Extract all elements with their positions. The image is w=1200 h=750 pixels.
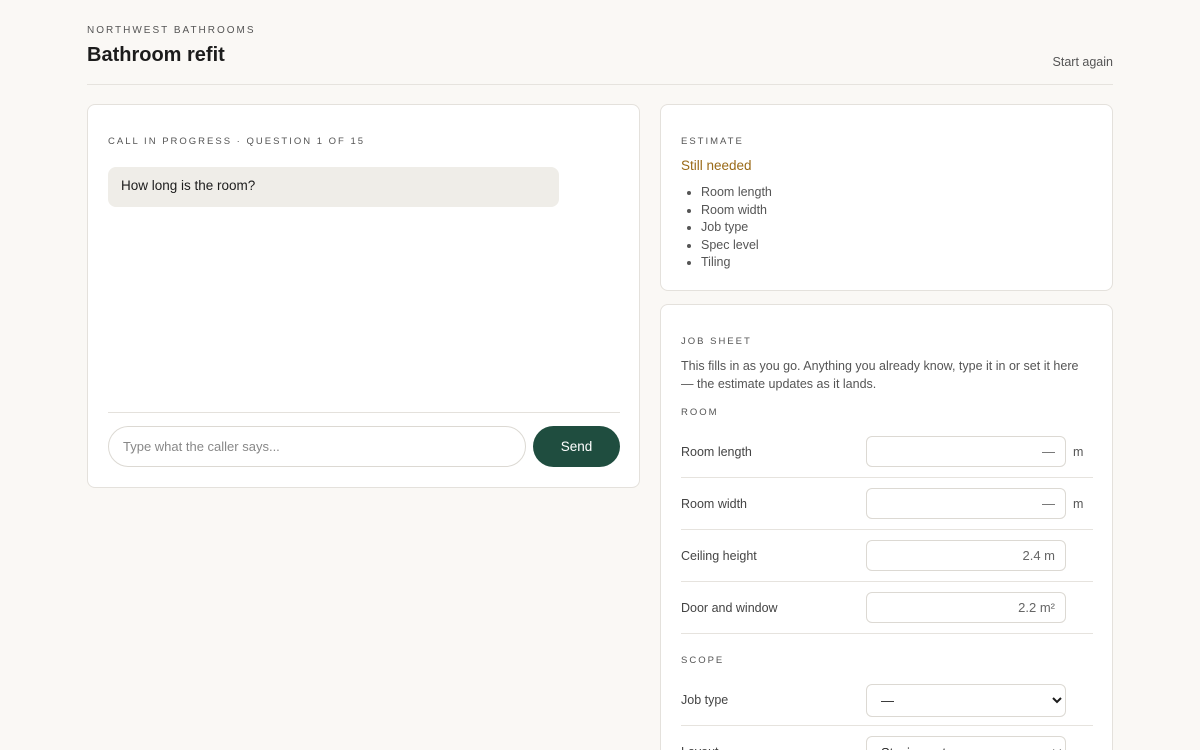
ceiling-height-row: Ceiling height [681, 530, 1093, 582]
scope-section-heading: SCOPE [681, 655, 725, 666]
job-type-row: Job type — [681, 674, 1093, 726]
estimate-heading: ESTIMATE [681, 136, 744, 147]
job-sheet-panel: JOB SHEET This fills in as you go. Anyth… [660, 304, 1113, 750]
needed-item: Room length [701, 184, 772, 202]
needed-item: Room width [701, 202, 772, 220]
room-length-row: Room length m [681, 426, 1093, 478]
still-needed-list: Room length Room width Job type Spec lev… [701, 184, 772, 272]
room-section-heading: ROOM [681, 407, 719, 418]
page-header: NORTHWEST BATHROOMS Bathroom refit Start… [87, 0, 1113, 85]
needed-item: Job type [701, 219, 772, 237]
door-window-row: Door and window [681, 582, 1093, 634]
room-length-unit: m [1073, 445, 1084, 459]
door-window-input[interactable] [866, 592, 1066, 623]
door-window-label: Door and window [681, 601, 778, 615]
room-length-label: Room length [681, 445, 752, 459]
caller-response-input[interactable] [108, 426, 526, 467]
call-panel: CALL IN PROGRESS · QUESTION 1 OF 15 How … [87, 104, 640, 488]
layout-label: Layout [681, 726, 719, 750]
ceiling-height-input[interactable] [866, 540, 1066, 571]
start-again-link[interactable]: Start again [1053, 55, 1113, 69]
job-type-label: Job type [681, 693, 729, 707]
call-status: CALL IN PROGRESS · QUESTION 1 OF 15 [108, 136, 366, 147]
brand-name: NORTHWEST BATHROOMS [87, 25, 256, 36]
job-sheet-heading: JOB SHEET [681, 336, 752, 347]
room-width-unit: m [1073, 497, 1084, 511]
layout-select[interactable]: Staying put [866, 736, 1066, 750]
needed-item: Tiling [701, 254, 772, 272]
estimate-panel: ESTIMATE Still needed Room length Room w… [660, 104, 1113, 291]
room-width-label: Room width [681, 497, 747, 511]
page-title: Bathroom refit [87, 44, 225, 66]
room-length-input[interactable] [866, 436, 1066, 467]
ceiling-height-label: Ceiling height [681, 549, 757, 563]
layout-row: Layout Staying put [681, 726, 1093, 750]
send-button[interactable]: Send [533, 426, 620, 467]
still-needed-title: Still needed [681, 158, 752, 173]
job-type-select[interactable]: — [866, 684, 1066, 717]
needed-item: Spec level [701, 237, 772, 255]
room-width-row: Room width m [681, 478, 1093, 530]
room-width-input[interactable] [866, 488, 1066, 519]
job-sheet-description: This fills in as you go. Anything you al… [681, 359, 1079, 391]
question-bubble: How long is the room? [108, 167, 559, 207]
chat-divider [108, 412, 620, 413]
